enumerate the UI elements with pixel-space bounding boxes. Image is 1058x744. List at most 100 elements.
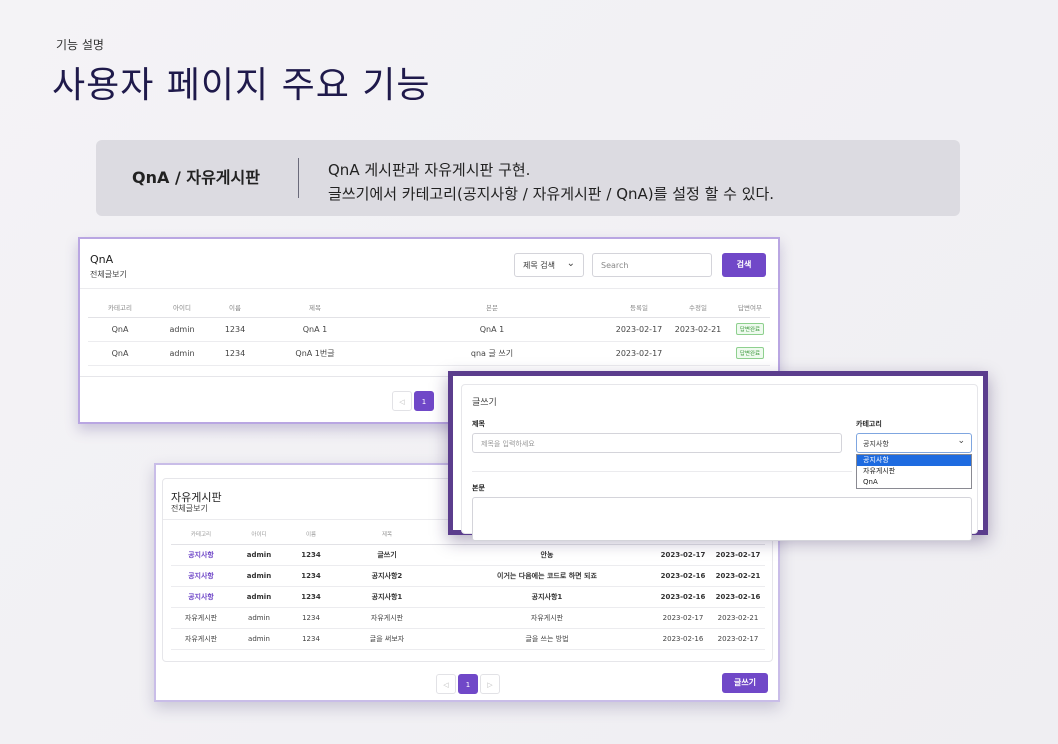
category-option[interactable]: 공지사항 xyxy=(857,455,971,466)
cell-category: 자유게시판 xyxy=(171,628,231,650)
prev-arrow-icon[interactable]: ◁ xyxy=(392,391,412,411)
cell-title[interactable]: 글쓰기 xyxy=(335,544,439,566)
table-row[interactable]: 공지사항 admin 1234 글쓰기 안농 2023-02-17 2023-0… xyxy=(171,544,765,566)
table-row[interactable]: QnA admin 1234 QnA 1 QnA 1 2023-02-17 20… xyxy=(88,317,770,342)
cell-title[interactable]: QnA 1 xyxy=(258,317,372,342)
cell-updated: 2023-02-21 xyxy=(711,565,765,587)
cell-id: admin xyxy=(231,607,287,629)
cell-created: 2023-02-17 xyxy=(612,317,666,342)
column-header: 등록일 xyxy=(612,297,666,318)
qna-card: QnA 전체글보기 제목 검색 ⌄ Search 검색 카테고리 아이디 이름 … xyxy=(80,239,778,377)
cell-body: 글을 쓰는 방법 xyxy=(439,628,655,650)
column-header: 이름 xyxy=(287,525,335,545)
answer-badge: 답변완료 xyxy=(735,347,765,359)
table-header-row: 카테고리 아이디 이름 제목 본문 등록일 수정일 답변여부 xyxy=(88,297,770,318)
page-button-current[interactable]: 1 xyxy=(458,674,478,694)
cell-name: 1234 xyxy=(287,607,335,629)
cell-created: 2023-02-17 xyxy=(655,544,711,566)
column-header: 카테고리 xyxy=(171,525,231,545)
column-header: 제목 xyxy=(335,525,439,545)
page-title: 사용자 페이지 주요 기능 xyxy=(52,65,431,106)
cell-title[interactable]: 공지사항2 xyxy=(335,565,439,587)
column-header: 본문 xyxy=(372,297,612,318)
cell-id: admin xyxy=(231,544,287,566)
category-option[interactable]: 자유게시판 xyxy=(857,466,971,477)
write-title: 글쓰기 xyxy=(472,398,497,408)
cell-category: QnA xyxy=(88,317,152,342)
prev-arrow-icon[interactable]: ◁ xyxy=(436,674,456,694)
table-row[interactable]: 공지사항 admin 1234 공지사항1 공지사항1 2023-02-16 2… xyxy=(171,586,765,608)
cell-category: 공지사항 xyxy=(171,565,231,587)
column-header: 제목 xyxy=(258,297,372,318)
table-row[interactable]: QnA admin 1234 QnA 1번글 qna 글 쓰기 2023-02-… xyxy=(88,341,770,366)
cell-updated: 2023-02-17 xyxy=(711,628,765,650)
body-textarea[interactable] xyxy=(472,497,972,541)
cell-created: 2023-02-17 xyxy=(655,607,711,629)
cell-name: 1234 xyxy=(287,628,335,650)
write-button[interactable]: 글쓰기 xyxy=(722,673,768,693)
qna-title: QnA xyxy=(90,253,114,266)
table-row[interactable]: 자유게시판 admin 1234 글을 써보자 글을 쓰는 방법 2023-02… xyxy=(171,628,765,650)
subject-label: 제목 xyxy=(472,420,485,428)
info-label: QnA / 자유게시판 xyxy=(132,168,260,187)
cell-body: qna 글 쓰기 xyxy=(372,341,612,366)
write-card: 글쓰기 제목 제목을 입력하세요 카테고리 공지사항 ⌄ 공지사항 자유게시판 … xyxy=(461,384,978,541)
cell-answer: 답변완료 xyxy=(730,341,770,366)
cell-name: 1234 xyxy=(287,544,335,566)
cell-created: 2023-02-16 xyxy=(655,565,711,587)
cell-body: QnA 1 xyxy=(372,317,612,342)
cell-name: 1234 xyxy=(212,317,258,342)
search-type-select[interactable]: 제목 검색 ⌄ xyxy=(514,253,584,277)
page-button-current[interactable]: 1 xyxy=(414,391,434,411)
cell-category: 공지사항 xyxy=(171,586,231,608)
cell-category: 자유게시판 xyxy=(171,607,231,629)
table-row[interactable]: 공지사항 admin 1234 공지사항2 이거는 다음에는 코드로 하면 되죠… xyxy=(171,565,765,587)
search-input[interactable]: Search xyxy=(592,253,712,277)
cell-id: admin xyxy=(152,317,212,342)
subject-input[interactable]: 제목을 입력하세요 xyxy=(472,433,842,453)
category-dropdown-list: 공지사항 자유게시판 QnA xyxy=(856,454,972,489)
column-header: 답변여부 xyxy=(730,297,770,318)
cell-updated: 2023-02-21 xyxy=(711,607,765,629)
page-subtitle: 기능 설명 xyxy=(56,38,104,52)
cell-created: 2023-02-16 xyxy=(655,586,711,608)
cell-updated: 2023-02-17 xyxy=(711,544,765,566)
category-select[interactable]: 공지사항 ⌄ xyxy=(856,433,972,453)
cell-category: 공지사항 xyxy=(171,544,231,566)
search-type-label: 제목 검색 xyxy=(523,261,555,270)
info-line-1: QnA 게시판과 자유게시판 구현. xyxy=(328,161,531,179)
cell-body: 이거는 다음에는 코드로 하면 되죠 xyxy=(439,565,655,587)
search-button[interactable]: 검색 xyxy=(722,253,766,277)
qna-pager: ◁ 1 xyxy=(392,391,436,411)
cell-created: 2023-02-16 xyxy=(655,628,711,650)
cell-answer: 답변완료 xyxy=(730,317,770,342)
write-window: 글쓰기 제목 제목을 입력하세요 카테고리 공지사항 ⌄ 공지사항 자유게시판 … xyxy=(448,371,988,541)
table-row[interactable]: 자유게시판 admin 1234 자유게시판 자유게시판 2023-02-17 … xyxy=(171,607,765,629)
chevron-down-icon: ⌄ xyxy=(566,258,575,269)
cell-id: admin xyxy=(231,628,287,650)
cell-title[interactable]: QnA 1번글 xyxy=(258,341,372,366)
category-option[interactable]: QnA xyxy=(857,477,971,488)
cell-updated xyxy=(666,341,730,366)
next-arrow-icon[interactable]: ▷ xyxy=(480,674,500,694)
qna-header-separator xyxy=(80,288,778,289)
qna-subtitle: 전체글보기 xyxy=(90,270,127,279)
cell-title[interactable]: 공지사항1 xyxy=(335,586,439,608)
cell-body: 자유게시판 xyxy=(439,607,655,629)
column-header: 아이디 xyxy=(152,297,212,318)
cell-id: admin xyxy=(231,586,287,608)
cell-created: 2023-02-17 xyxy=(612,341,666,366)
cell-body: 안농 xyxy=(439,544,655,566)
cell-body: 공지사항1 xyxy=(439,586,655,608)
column-header: 수정일 xyxy=(666,297,730,318)
category-selected-value: 공지사항 xyxy=(863,440,889,448)
cell-name: 1234 xyxy=(212,341,258,366)
cell-updated: 2023-02-16 xyxy=(711,586,765,608)
info-divider xyxy=(298,158,299,198)
cell-title[interactable]: 글을 써보자 xyxy=(335,628,439,650)
cell-title[interactable]: 자유게시판 xyxy=(335,607,439,629)
board-subtitle: 전체글보기 xyxy=(171,504,208,513)
column-header: 아이디 xyxy=(231,525,287,545)
info-text: QnA 게시판과 자유게시판 구현. 글쓰기에서 카테고리(공지사항 / 자유게… xyxy=(328,158,774,206)
cell-name: 1234 xyxy=(287,586,335,608)
